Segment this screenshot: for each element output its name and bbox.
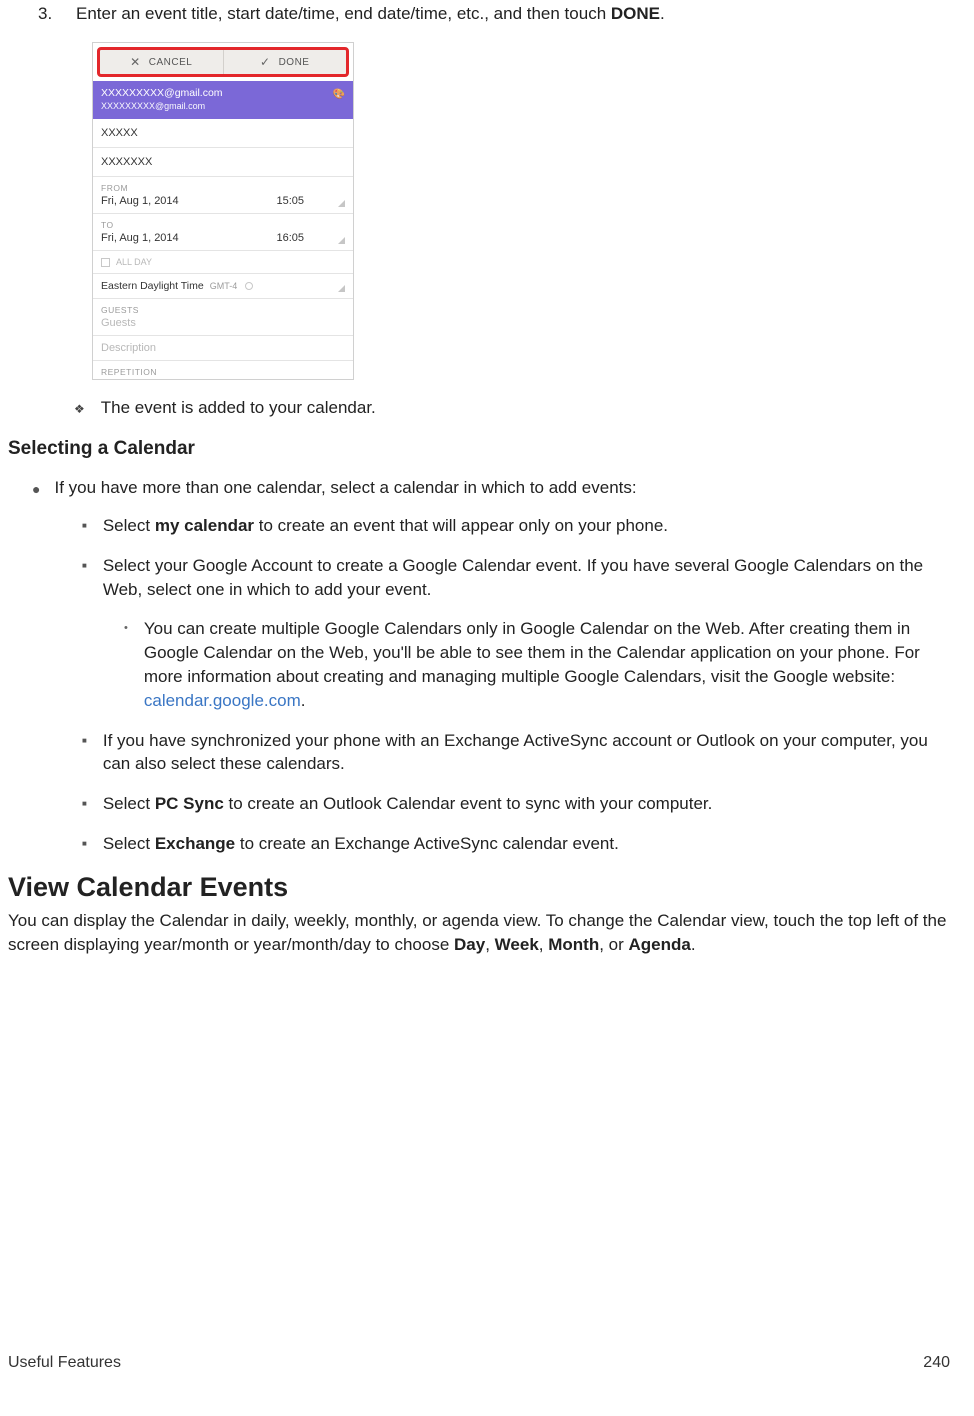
sub-bullet-exchange: ■ Select Exchange to create an Exchange … — [82, 832, 950, 856]
from-date[interactable]: Fri, Aug 1, 2014 — [101, 195, 276, 207]
diamond-bullet-icon: ❖ — [74, 398, 85, 416]
intro-bullet: ● If you have more than one calendar, se… — [32, 478, 950, 498]
done-button[interactable]: ✓ DONE — [224, 50, 347, 74]
guests-placeholder: Guests — [101, 317, 345, 329]
step-3: 3. Enter an event title, start date/time… — [38, 4, 950, 24]
guests-label: GUESTS — [101, 305, 345, 315]
all-day-row[interactable]: ALL DAY — [93, 251, 353, 274]
to-date[interactable]: Fri, Aug 1, 2014 — [101, 232, 276, 244]
small-bullet-icon: • — [124, 617, 128, 636]
check-icon: ✓ — [260, 55, 271, 69]
heading-view-calendar-events: View Calendar Events — [8, 872, 950, 903]
cancel-label: CANCEL — [149, 57, 193, 68]
timezone-row[interactable]: Eastern Daylight Time GMT-4 — [93, 274, 353, 299]
step-text: Enter an event title, start date/time, e… — [76, 4, 665, 24]
footer-section: Useful Features — [8, 1354, 121, 1372]
square-bullet-icon: ■ — [82, 792, 87, 809]
exchange-sync-text: If you have synchronized your phone with… — [103, 729, 950, 777]
view-paragraph: You can display the Calendar in daily, w… — [8, 909, 950, 957]
sub-bullet-my-calendar: ■ Select my calendar to create an event … — [82, 514, 950, 538]
from-time[interactable]: 15:05 — [276, 195, 304, 207]
event-title-field[interactable]: XXXXX — [93, 119, 353, 148]
cancel-button[interactable]: ✕ CANCEL — [100, 50, 224, 74]
result-note: ❖ The event is added to your calendar. — [74, 398, 950, 418]
done-label: DONE — [279, 57, 310, 68]
result-text: The event is added to your calendar. — [101, 398, 376, 418]
checkbox-icon[interactable] — [101, 258, 110, 267]
sub-bullet-pc-sync: ■ Select PC Sync to create an Outlook Ca… — [82, 792, 950, 816]
timezone-name: Eastern Daylight Time — [101, 280, 204, 292]
repetition-label: REPETITION — [101, 367, 345, 377]
highlight-box: ✕ CANCEL ✓ DONE — [97, 47, 349, 77]
palette-icon[interactable]: 🎨 — [333, 89, 345, 100]
to-label: TO — [101, 220, 345, 230]
from-label: FROM — [101, 183, 345, 193]
spinner-corner-icon — [338, 237, 345, 244]
sub-sub-bullet-web: • You can create multiple Google Calenda… — [124, 617, 950, 712]
repetition-row[interactable]: REPETITION — [93, 361, 353, 377]
event-location-field[interactable]: XXXXXXX — [93, 148, 353, 177]
square-bullet-icon: ■ — [82, 554, 87, 571]
account-secondary: XXXXXXXXX@gmail.com — [101, 101, 345, 111]
calendar-google-link[interactable]: calendar.google.com — [144, 691, 301, 710]
subheading-selecting-calendar: Selecting a Calendar — [8, 438, 950, 460]
google-account-text: Select your Google Account to create a G… — [103, 554, 950, 602]
timezone-offset: GMT-4 — [210, 281, 238, 291]
guests-row[interactable]: GUESTS Guests — [93, 299, 353, 336]
square-bullet-icon: ■ — [82, 514, 87, 531]
spinner-corner-icon — [338, 285, 345, 292]
close-icon: ✕ — [130, 55, 141, 69]
description-field[interactable]: Description — [93, 336, 353, 361]
from-row[interactable]: FROM Fri, Aug 1, 2014 15:05 — [93, 177, 353, 214]
bullet-icon: ● — [32, 478, 40, 497]
square-bullet-icon: ■ — [82, 832, 87, 849]
step-number: 3. — [38, 4, 58, 24]
page-footer: Useful Features 240 — [8, 1354, 950, 1372]
account-header[interactable]: XXXXXXXXX@gmail.com XXXXXXXXX@gmail.com … — [93, 81, 353, 119]
page-number: 240 — [923, 1354, 950, 1372]
spinner-corner-icon — [338, 200, 345, 207]
sub-bullet-exchange-sync: ■ If you have synchronized your phone wi… — [82, 729, 950, 777]
radio-icon — [245, 282, 253, 290]
to-row[interactable]: TO Fri, Aug 1, 2014 16:05 — [93, 214, 353, 251]
account-primary: XXXXXXXXX@gmail.com — [101, 87, 345, 99]
to-time[interactable]: 16:05 — [276, 232, 304, 244]
phone-screenshot: ✕ CANCEL ✓ DONE XXXXXXXXX@gmail.com XXXX… — [92, 42, 354, 380]
sub-bullet-google-account: ■ Select your Google Account to create a… — [82, 554, 950, 602]
square-bullet-icon: ■ — [82, 729, 87, 746]
all-day-label: ALL DAY — [116, 257, 152, 267]
intro-text: If you have more than one calendar, sele… — [54, 478, 636, 498]
